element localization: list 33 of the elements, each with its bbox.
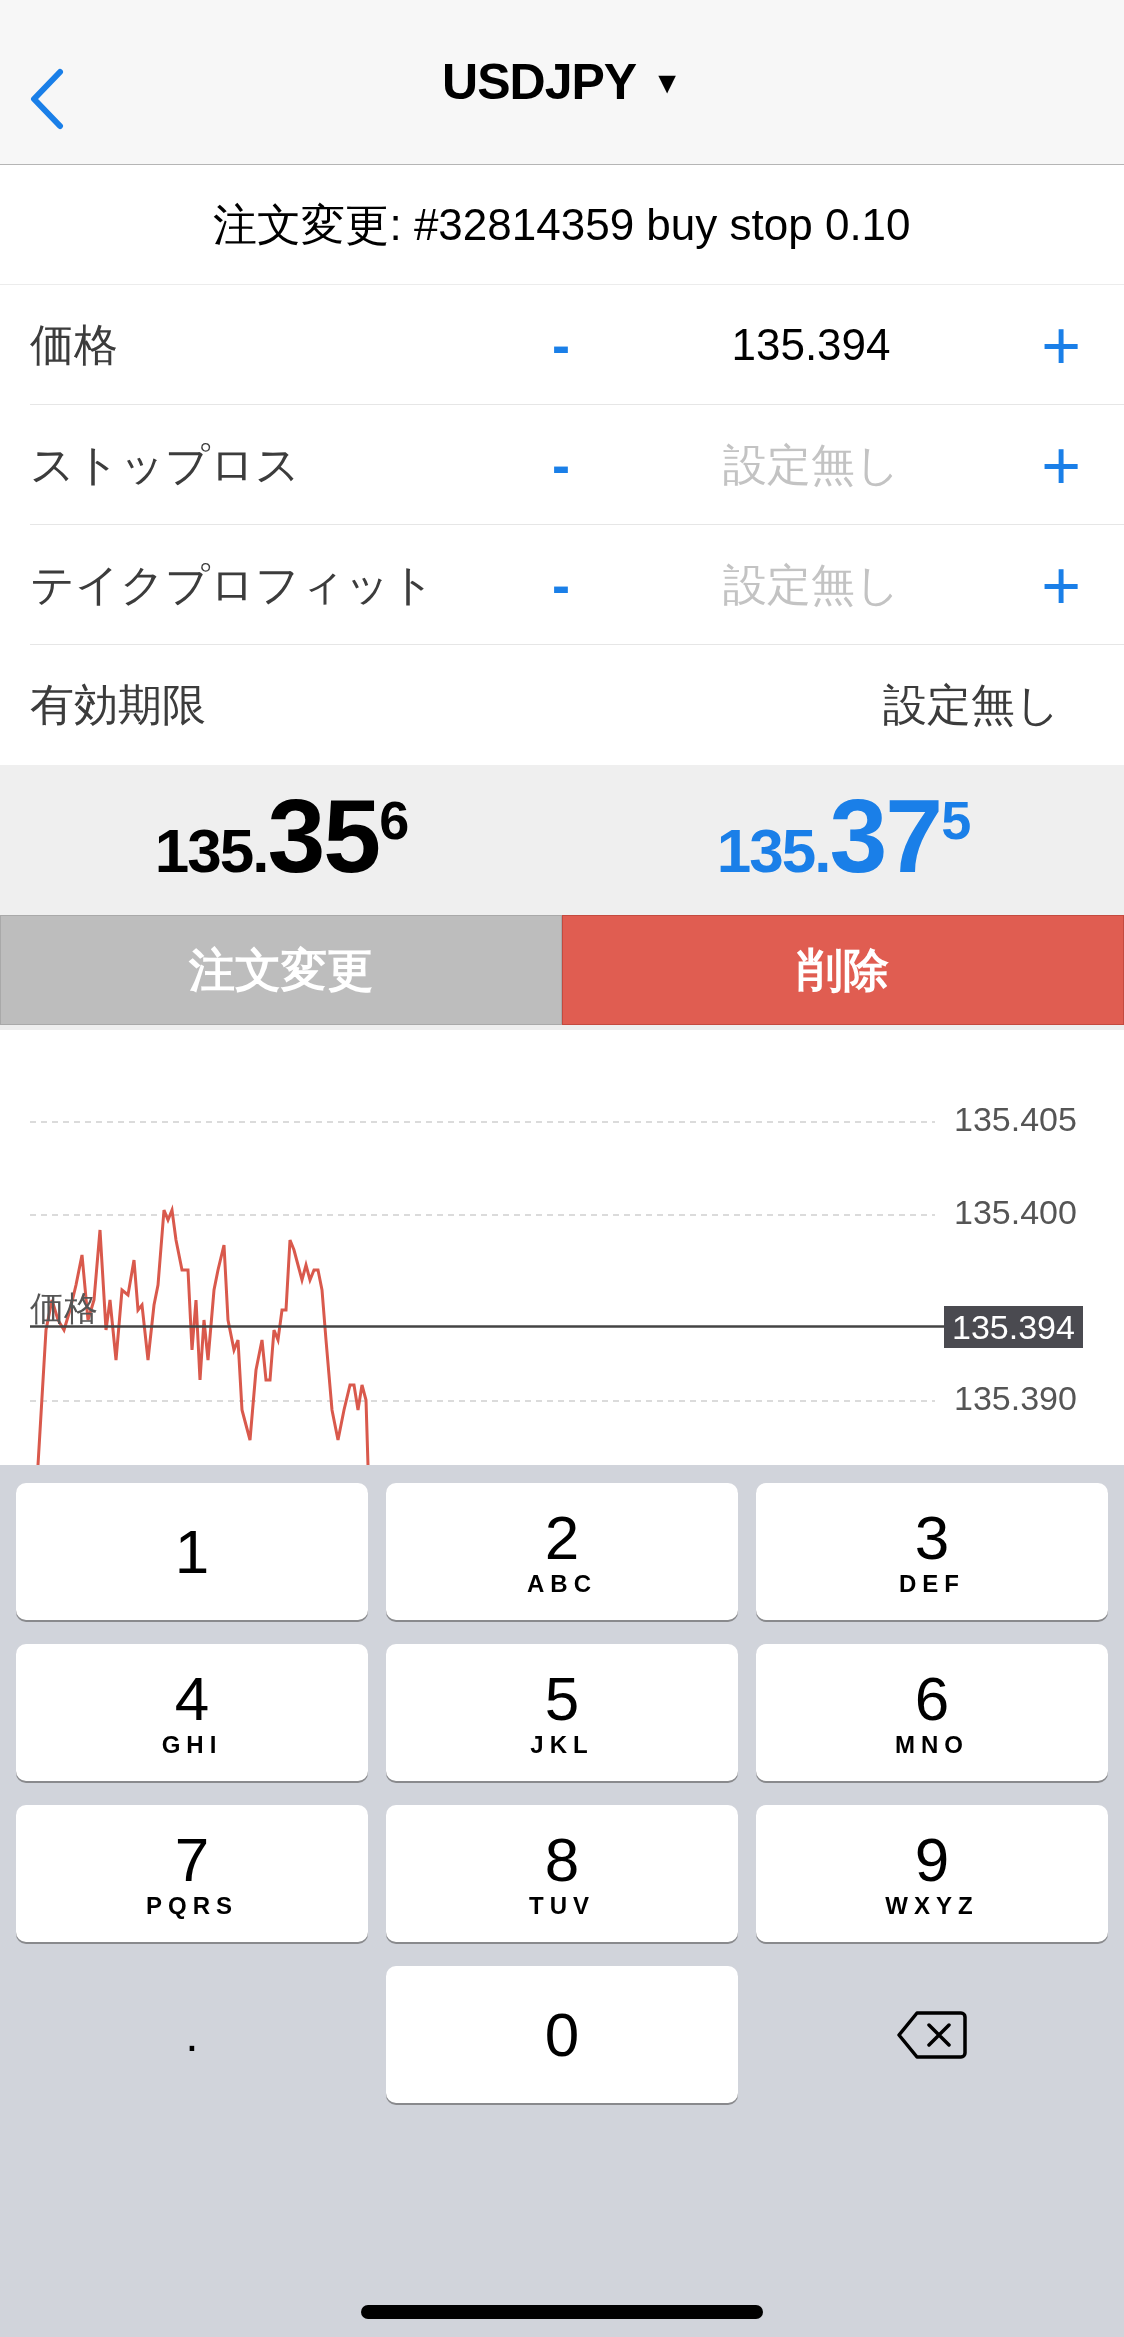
keypad-key[interactable]: 1 <box>16 1483 368 1620</box>
keypad-key[interactable]: 2 ABC <box>386 1483 738 1620</box>
dropdown-arrow[interactable]: ▼ <box>652 59 682 105</box>
keypad-key[interactable]: 3 DEF <box>756 1483 1108 1620</box>
decrease-button[interactable]: - <box>526 317 596 372</box>
increase-button[interactable]: + <box>1026 430 1096 499</box>
field-value[interactable]: 135.394 <box>596 311 1026 378</box>
increase-button[interactable]: + <box>1026 550 1096 619</box>
keypad-key[interactable]: 9 WXYZ <box>756 1805 1108 1942</box>
keypad-key[interactable]: 6 MNO <box>756 1644 1108 1781</box>
keypad-key[interactable]: 7 PQRS <box>16 1805 368 1942</box>
order-title: 注文変更: #32814359 buy stop 0.10 <box>213 198 911 251</box>
backspace-icon[interactable] <box>897 2009 967 2060</box>
field-label: ストップロス <box>30 438 301 491</box>
keypad-key[interactable]: 8 TUV <box>386 1805 738 1942</box>
field-value[interactable]: 設定無し <box>883 672 1096 738</box>
field-label: 価格 <box>30 318 119 371</box>
symbol-title[interactable]: USDJPY <box>442 44 637 120</box>
decimal-key[interactable]: . <box>16 1966 368 2103</box>
keypad-key[interactable]: 5 JKL <box>386 1644 738 1781</box>
back-icon[interactable] <box>28 68 64 130</box>
keypad-key[interactable]: 4 GHI <box>16 1644 368 1781</box>
price-tag: 135.394 <box>944 1305 1083 1348</box>
axis-label: 135.400 <box>954 1195 1077 1229</box>
field-label: テイクプロフィット <box>30 558 436 611</box>
increase-button[interactable]: + <box>1026 310 1096 379</box>
keypad-key[interactable]: 0 <box>386 1966 738 2103</box>
decrease-button[interactable]: - <box>526 437 596 492</box>
axis-label: 135.405 <box>954 1102 1077 1136</box>
axis-label: 135.390 <box>954 1381 1077 1415</box>
delete-button[interactable]: 削除 <box>562 915 1124 1025</box>
field-label: 有効期限 <box>30 679 207 731</box>
decrease-button[interactable]: - <box>526 557 596 612</box>
